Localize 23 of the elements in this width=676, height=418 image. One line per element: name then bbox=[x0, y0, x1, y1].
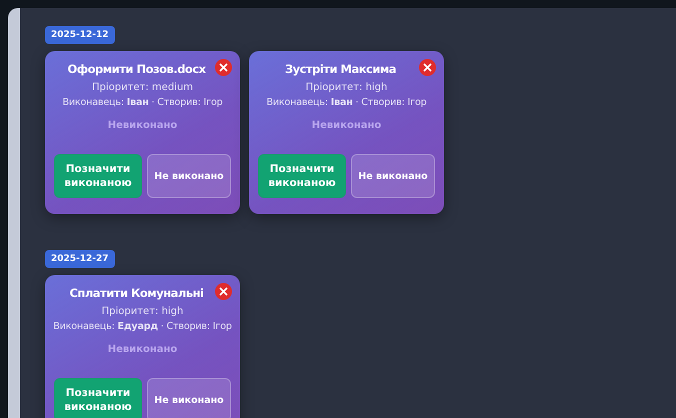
not-done-button[interactable]: Не виконано bbox=[351, 154, 435, 198]
task-title: Сплатити Комунальні bbox=[69, 286, 204, 300]
task-title: Зустріти Максима bbox=[284, 62, 396, 76]
mark-done-button[interactable]: Позначити виконаною bbox=[258, 154, 346, 198]
not-done-button[interactable]: Не виконано bbox=[147, 378, 231, 418]
status-text: Невиконано bbox=[312, 120, 382, 131]
priority-text: Пріоритет: medium bbox=[92, 82, 194, 93]
mark-done-button[interactable]: Позначити виконаною bbox=[54, 378, 142, 418]
assignee-text: Виконавець: Іван · Створив: Ігор bbox=[266, 97, 427, 108]
assignee-text: Виконавець: Едуард · Створив: Ігор bbox=[53, 321, 232, 332]
close-icon[interactable] bbox=[419, 59, 436, 76]
close-icon[interactable] bbox=[215, 283, 232, 300]
mark-done-button[interactable]: Позначити виконаною bbox=[54, 154, 142, 198]
status-text: Невиконано bbox=[108, 344, 178, 355]
priority-text: Пріоритет: high bbox=[306, 82, 388, 93]
task-title: Оформити Позов.docx bbox=[67, 62, 206, 76]
not-done-button[interactable]: Не виконано bbox=[147, 154, 231, 198]
close-icon[interactable] bbox=[215, 59, 232, 76]
date-badge: 2025-12-12 bbox=[45, 26, 115, 44]
status-text: Невиконано bbox=[108, 120, 178, 131]
priority-text: Пріоритет: high bbox=[102, 306, 184, 317]
assignee-text: Виконавець: Іван · Створив: Ігор bbox=[62, 97, 223, 108]
date-badge: 2025-12-27 bbox=[45, 250, 115, 268]
